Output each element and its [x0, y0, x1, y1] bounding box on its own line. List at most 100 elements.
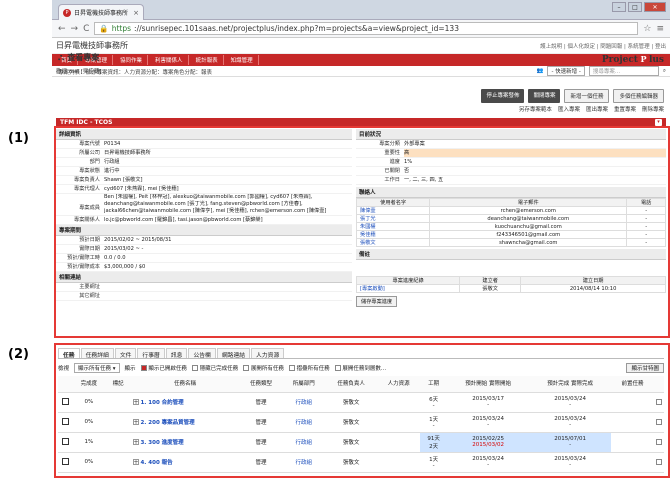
project-members: Ben [朱國權], Peit [林梓冠], alexkuo@taiwanmob…	[104, 194, 327, 214]
tab-links[interactable]: 網路連結	[216, 348, 251, 359]
status-section-title: 目前狀況	[356, 129, 666, 140]
page-title: ⛬ 查看專案	[58, 52, 100, 63]
table-row[interactable]: 0% + 4. 400 報告 管理 行政組 張敬文 1天 - 2015/03/24- …	[58, 452, 664, 473]
edit-icon[interactable]	[61, 397, 69, 405]
top-links[interactable]: 護上說明 | 個人化設定 | 問題回報 | 系統管理 | 登出	[540, 42, 666, 50]
project-status: 目前狀況 專案分類 外部專案 重要性高 進度 1% 已關閉否 工作日 一, 二, 三,…	[355, 129, 666, 307]
collapse-all-checkbox[interactable]: 摺疊所有任務	[288, 364, 330, 372]
expand-all-checkbox[interactable]: 展開所有任務	[243, 364, 284, 372]
window-controls: – □ ✕	[612, 2, 666, 12]
stop-publish-button[interactable]: 停止專案發佈	[481, 89, 525, 103]
company-link[interactable]: 日昇電機技師事務所	[104, 149, 352, 157]
expand-icon[interactable]: +	[132, 419, 139, 426]
url-input[interactable]: 🔒 https://sunrisepec.101saas.net/project…	[94, 22, 639, 35]
tab-messages[interactable]: 訊息	[165, 348, 188, 359]
contacts-section-title: 聯絡人	[356, 187, 666, 198]
project-plus-logo: Project Plus	[601, 54, 664, 65]
breadcrumb[interactable]: 專案列表：郁亦專案資訊：人力資源分配：專案角色分配：報表	[58, 68, 212, 76]
table-row: 張敬文 shawncha@gmail.com -	[355, 238, 666, 247]
tab-files[interactable]: 文件	[114, 348, 137, 359]
delete-link[interactable]: 刪除專案	[642, 105, 664, 113]
row-checkbox[interactable]	[656, 398, 662, 405]
close-project-button[interactable]: 關閉專案	[528, 89, 561, 103]
browser-tab[interactable]: P 日昇電機技師事務所 ×	[58, 4, 144, 20]
tab-resources[interactable]: 人力資源	[251, 348, 285, 359]
user-icon[interactable]: 👥	[537, 68, 544, 74]
star-icon[interactable]: ☆	[643, 24, 651, 34]
notes-section-title: 備註	[356, 249, 666, 260]
menu-item-3[interactable]: 利害關係人	[150, 55, 189, 65]
task-table: 完成度 標記 任務名稱 任務類型 所屬部門 任務負責人 人力資源 工期 預計開始 實際開始 …	[58, 376, 664, 473]
progress-table: 專案進度紀錄 建立者 建立日期 [專案啟動] 張敬文 2014/08/14 10:10	[355, 276, 666, 293]
back-icon[interactable]: ←	[58, 24, 66, 34]
project-panel-header: TFM IDC - TCOS ▾	[56, 118, 666, 127]
site-name: 日昇電機技師事務所	[56, 41, 128, 50]
collapse-icon[interactable]: ▾	[655, 119, 662, 126]
task-view-select[interactable]: 顯示所有任務 ▾	[74, 362, 120, 373]
gantt-button[interactable]: 顯示甘特圖	[626, 362, 664, 373]
table-row: 張丁光 deanchang@taiwanmobile.com -	[355, 214, 666, 223]
close-window-icon[interactable]: ✕	[644, 2, 666, 12]
reload-icon[interactable]: C	[83, 24, 89, 34]
export-link[interactable]: 匯出專案	[586, 105, 608, 113]
details-section-title: 詳細資訊	[56, 129, 352, 140]
menu-item-4[interactable]: 統計報表	[191, 55, 224, 65]
project-actions: 另存專案範本 匯入專案 匯出專案 重置專案 刪除專案	[519, 105, 664, 113]
multi-task-editor-button[interactable]: 多個任務編輯器	[613, 89, 664, 103]
edit-icon[interactable]	[61, 437, 69, 445]
contacts-table: 使用者名字 電子郵件 電話 陳偉壹 rchen@emerson.com - 張丁光 dea…	[355, 198, 666, 247]
address-bar: ← → C 🔒 https://sunrisepec.101saas.net/p…	[52, 20, 670, 38]
menu-icon[interactable]: ≡	[656, 24, 664, 34]
site-favicon-icon: P	[63, 8, 71, 17]
link-section-title: 相關連結	[56, 272, 352, 283]
menu-item-2[interactable]: 協同作業	[115, 55, 149, 65]
minimize-icon[interactable]: –	[612, 2, 626, 12]
reset-link[interactable]: 重置專案	[614, 105, 636, 113]
time-section-title: 專案期間	[56, 225, 352, 236]
search-input[interactable]: 搜尋專案...	[588, 66, 659, 76]
import-link[interactable]: 匯入專案	[558, 105, 580, 113]
filter-open-checkbox[interactable]: 顯示已開啟任務	[140, 364, 187, 372]
new-task-button[interactable]: 新增一個任務	[564, 89, 610, 103]
edit-icon[interactable]	[61, 457, 69, 465]
expand-icon[interactable]: +	[132, 439, 139, 446]
tab-tasks[interactable]: 任務	[58, 348, 80, 359]
table-row: 陳偉壹 rchen@emerson.com -	[355, 206, 666, 215]
browser-tab-title: 日昇電機技師事務所	[74, 10, 129, 17]
tab-calendar[interactable]: 行事曆	[137, 348, 165, 359]
edit-icon[interactable]	[61, 417, 69, 425]
table-row[interactable]: 0% + 1. 100 合約管理 管理 行政組 張敬文 6天 - 2015/03/17…	[58, 392, 664, 413]
close-tab-icon[interactable]: ×	[133, 9, 139, 17]
save-progress-button[interactable]: 儲存專案進度	[356, 296, 398, 307]
table-row[interactable]: 0% + 2. 200 專案品質管理 管理 行政組 張敬文 1天 - 2015/03/…	[58, 412, 664, 433]
forward-icon[interactable]: →	[71, 24, 79, 34]
filter-hide-done-checkbox[interactable]: 隱藏已完成任務	[191, 364, 238, 372]
row-checkbox[interactable]	[656, 458, 662, 465]
url-scheme: https	[111, 24, 132, 33]
table-row[interactable]: 1% + 3. 300 進度管理 管理 行政組 張敬文 91天 2天 2015/02/…	[58, 432, 664, 453]
department-link[interactable]: 行政組	[104, 158, 352, 166]
table-row: 朱國權 kuochuanchu@gmail.com -	[355, 222, 666, 231]
view-label: 檢視	[58, 365, 70, 372]
show-label: 顯示	[124, 365, 136, 372]
quick-add-select[interactable]: - 快速新增 -	[547, 66, 585, 76]
save-template-link[interactable]: 另存專案範本	[519, 105, 552, 113]
task-tabs: 任務 任務詳細 文件 行事曆 訊息 公告欄 網路連結 人力資源	[58, 348, 664, 359]
expand-icon[interactable]: +	[132, 399, 139, 406]
tab-bulletin[interactable]: 公告欄	[188, 348, 216, 359]
maximize-icon[interactable]: □	[628, 2, 642, 12]
row-checkbox[interactable]	[656, 418, 662, 425]
expand-level-checkbox[interactable]: 展開任務到層數...	[334, 364, 386, 372]
annotation-label-2: (2)	[8, 347, 29, 362]
browser-titlebar	[52, 0, 670, 20]
row-checkbox[interactable]	[656, 438, 662, 445]
search-icon[interactable]: ⌕	[663, 68, 666, 75]
org-chart-icon: ⛬	[58, 52, 65, 63]
task-filter-bar: 檢視 顯示所有任務 ▾ 顯示 顯示已開啟任務 隱藏已完成任務 展開所有任務 摺疊…	[58, 362, 664, 373]
main-menu: 首頁 專案管理 協同作業 利害關係人 統計報表 知識管理	[52, 54, 670, 66]
annotation-label-1: (1)	[8, 131, 29, 146]
menu-item-5[interactable]: 知識管理	[226, 55, 259, 65]
expand-icon[interactable]: +	[132, 459, 139, 466]
table-row: [專案啟動] 張敬文 2014/08/14 10:10	[355, 284, 666, 293]
tab-task-details[interactable]: 任務詳細	[80, 348, 114, 359]
